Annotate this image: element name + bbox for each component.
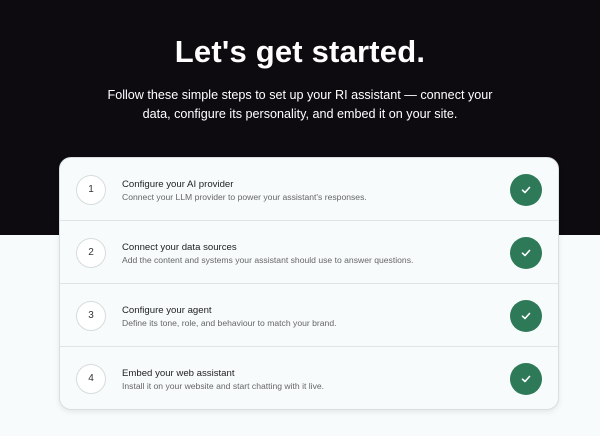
step-description: Define its tone, role, and behaviour to … — [122, 318, 337, 328]
completed-check-icon — [510, 174, 542, 206]
steps-card: 1 Configure your AI provider Connect you… — [59, 157, 559, 410]
step-title: Connect your data sources — [122, 242, 237, 253]
step-item-4[interactable]: 4 Embed your web assistant Install it on… — [60, 347, 558, 409]
step-title: Configure your AI provider — [122, 179, 234, 190]
page-subtitle: Follow these simple steps to set up your… — [107, 88, 493, 121]
page-title: Let's get started. — [174, 34, 426, 69]
step-number: 4 — [76, 364, 106, 394]
step-title: Embed your web assistant — [122, 368, 235, 379]
step-number: 2 — [76, 238, 106, 268]
step-description: Connect your LLM provider to power your … — [122, 192, 367, 202]
step-title: Configure your agent — [122, 305, 212, 316]
step-description: Add the content and systems your assista… — [122, 255, 414, 265]
completed-check-icon — [510, 300, 542, 332]
step-item-1[interactable]: 1 Configure your AI provider Connect you… — [60, 158, 558, 221]
step-item-3[interactable]: 3 Configure your agent Define its tone, … — [60, 284, 558, 347]
completed-check-icon — [510, 237, 542, 269]
step-number: 1 — [76, 175, 106, 205]
completed-check-icon — [510, 363, 542, 395]
step-item-2[interactable]: 2 Connect your data sources Add the cont… — [60, 221, 558, 284]
step-description: Install it on your website and start cha… — [122, 381, 325, 391]
step-number: 3 — [76, 301, 106, 331]
